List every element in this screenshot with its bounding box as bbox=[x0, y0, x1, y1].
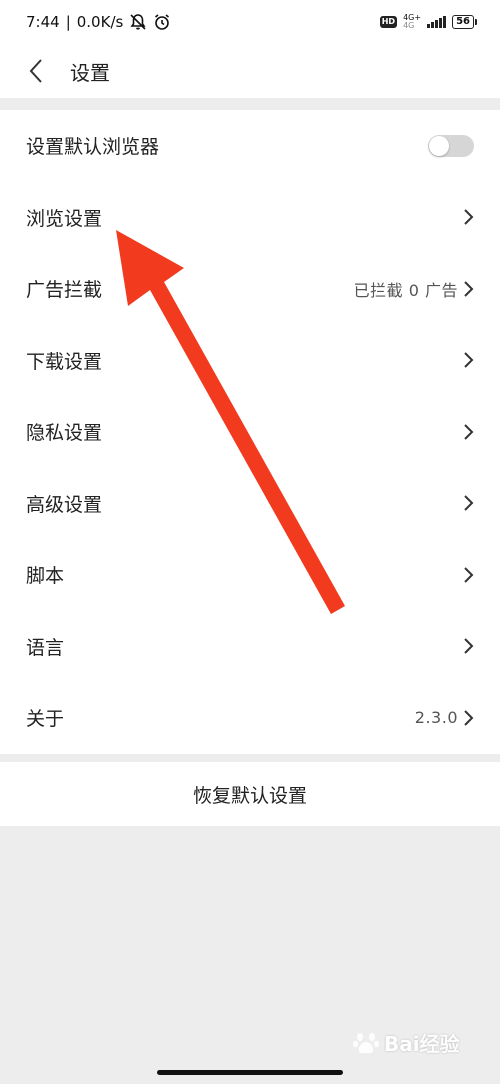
status-bar: 7:44 | 0.0K/s HD 4G+ 4G 56 bbox=[0, 0, 500, 44]
setting-advanced[interactable]: 高级设置 bbox=[0, 468, 500, 540]
setting-privacy[interactable]: 隐私设置 bbox=[0, 396, 500, 468]
setting-adblock[interactable]: 广告拦截 已拦截 0 广告 bbox=[0, 253, 500, 325]
chevron-right-icon bbox=[464, 352, 474, 368]
chevron-right-icon bbox=[464, 638, 474, 654]
setting-default-browser[interactable]: 设置默认浏览器 bbox=[0, 110, 500, 182]
hd-badge: HD bbox=[379, 16, 398, 28]
setting-label: 广告拦截 bbox=[26, 279, 103, 302]
back-button[interactable] bbox=[16, 51, 56, 91]
restore-section: 恢复默认设置 bbox=[0, 762, 500, 826]
setting-script[interactable]: 脚本 bbox=[0, 539, 500, 611]
toggle-knob bbox=[429, 135, 449, 156]
setting-label: 语言 bbox=[26, 636, 65, 659]
battery-icon: 56 bbox=[452, 15, 477, 29]
chevron-right-icon bbox=[464, 281, 474, 297]
page-title: 设置 bbox=[70, 60, 110, 85]
row-right bbox=[462, 566, 474, 584]
status-right: HD 4G+ 4G 56 bbox=[379, 14, 477, 30]
adblock-count: 已拦截 0 广告 bbox=[353, 280, 458, 300]
setting-label: 隐私设置 bbox=[26, 422, 103, 445]
chevron-right-icon bbox=[464, 424, 474, 440]
chevron-right-icon bbox=[464, 209, 474, 225]
setting-about[interactable]: 关于 2.3.0 bbox=[0, 682, 500, 754]
watermark-text: Bai经验 bbox=[384, 1032, 460, 1056]
paw-logo-icon bbox=[353, 1032, 379, 1053]
setting-label: 浏览设置 bbox=[26, 207, 103, 230]
row-right: 已拦截 0 广告 bbox=[354, 277, 474, 301]
status-left: 7:44 | 0.0K/s bbox=[26, 13, 171, 31]
baidu-watermark: Bai经验 bbox=[352, 1028, 460, 1057]
setting-label: 下载设置 bbox=[26, 350, 103, 373]
setting-language[interactable]: 语言 bbox=[0, 611, 500, 683]
chevron-right-icon bbox=[464, 710, 474, 726]
alarm-clock-icon bbox=[155, 14, 170, 30]
network-type-bottom: 4G bbox=[403, 21, 415, 30]
chevron-left-icon bbox=[29, 59, 42, 83]
status-time: 7:44 bbox=[26, 13, 60, 31]
app-version: 2.3.0 bbox=[414, 708, 458, 728]
row-right bbox=[462, 351, 474, 369]
battery-level: 56 bbox=[456, 16, 470, 27]
row-right bbox=[462, 423, 474, 441]
row-right: 2.3.0 bbox=[415, 708, 474, 727]
signal-strength-icon bbox=[427, 16, 447, 28]
status-network-speed: 0.0K/s bbox=[76, 13, 124, 31]
app-header: 设置 bbox=[0, 44, 500, 98]
network-type: 4G+ 4G bbox=[403, 14, 421, 30]
chevron-right-icon bbox=[464, 567, 474, 583]
setting-label: 设置默认浏览器 bbox=[26, 136, 160, 159]
row-right bbox=[462, 637, 474, 655]
setting-browse[interactable]: 浏览设置 bbox=[0, 182, 500, 254]
row-right bbox=[462, 208, 474, 226]
setting-label: 脚本 bbox=[26, 565, 65, 588]
setting-label: 高级设置 bbox=[26, 493, 103, 516]
row-right bbox=[462, 494, 474, 512]
status-separator: | bbox=[65, 13, 71, 31]
restore-defaults-button[interactable]: 恢复默认设置 bbox=[193, 781, 307, 808]
muted-bell-icon bbox=[130, 14, 146, 30]
setting-label: 关于 bbox=[26, 708, 65, 731]
home-indicator[interactable] bbox=[157, 1070, 343, 1075]
settings-list: 设置默认浏览器 浏览设置 广告拦截 已拦截 0 广告 下载设置 隐私设置 高级设… bbox=[0, 110, 500, 754]
chevron-right-icon bbox=[464, 495, 474, 511]
default-browser-toggle[interactable] bbox=[428, 134, 474, 157]
setting-download[interactable]: 下载设置 bbox=[0, 325, 500, 397]
